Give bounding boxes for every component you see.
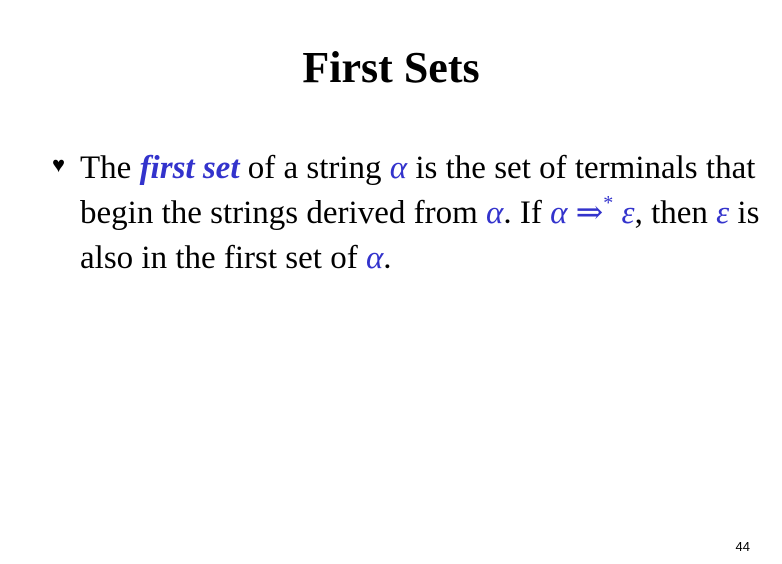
derives-arrow-symbol: ⇒ [575, 195, 604, 231]
text-segment: , then [634, 195, 717, 231]
alpha-symbol: α [389, 150, 408, 186]
alpha-symbol: α [365, 240, 384, 276]
bullet-text: The first set of a string α is the set o… [80, 146, 772, 281]
epsilon-symbol: ε [621, 195, 635, 231]
term-first-set: first set [139, 150, 240, 186]
bullet-item: ♥ The first set of a string α is the set… [52, 146, 772, 281]
alpha-symbol: α [550, 195, 568, 231]
alpha-symbol: α [486, 195, 504, 231]
text-segment: The [80, 150, 140, 186]
page-number: 44 [735, 539, 750, 554]
epsilon-symbol: ε [716, 195, 730, 231]
heart-bullet-icon: ♥ [52, 152, 66, 177]
text-segment: . If [503, 195, 551, 231]
text-segment: . [383, 240, 392, 276]
derives-star: * [603, 192, 614, 214]
text-segment: of a string [239, 150, 390, 186]
slide-title: First Sets [302, 43, 480, 92]
